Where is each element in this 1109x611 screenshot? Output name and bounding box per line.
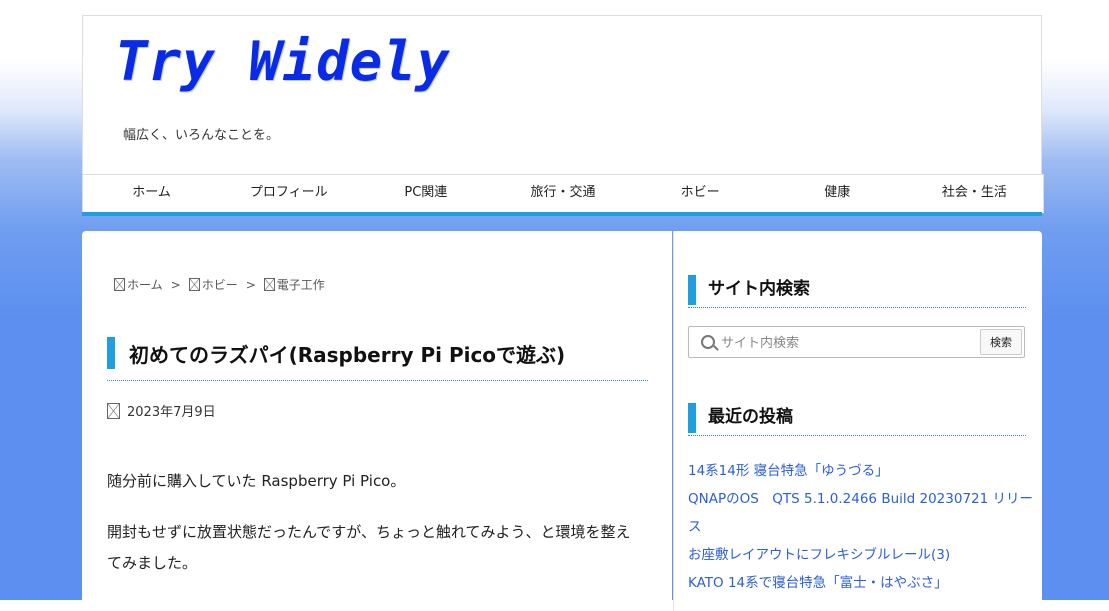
breadcrumb: ホーム > ホビー > 電子工作: [114, 276, 325, 293]
breadcrumb-item-electronics[interactable]: 電子工作: [263, 276, 325, 293]
search-input[interactable]: [719, 329, 978, 357]
post-date: 2023年7月9日: [107, 401, 216, 420]
recent-posts-title: 最近の投稿: [688, 403, 1026, 436]
nav-item-pc[interactable]: PC関連: [357, 175, 494, 213]
main-content: ホーム > ホビー > 電子工作 初めてのラズパイ(Raspberry Pi P…: [82, 231, 672, 611]
nav-item-profile[interactable]: プロフィール: [220, 175, 357, 213]
breadcrumb-label: 電子工作: [276, 278, 325, 292]
recent-post-link[interactable]: KATO 14系で寝台特急「富士・はやぶさ」: [688, 569, 1033, 597]
search-widget-title: サイト内検索: [688, 275, 1026, 308]
nav-accent-bar: [82, 212, 1042, 216]
breadcrumb-label: ホビー: [201, 278, 238, 292]
search-icon: [701, 335, 715, 349]
nav-item-travel[interactable]: 旅行・交通: [494, 175, 631, 213]
recent-post-link[interactable]: 14系14形 寝台特急「ゆうづる」: [688, 457, 1033, 485]
breadcrumb-item-hobby[interactable]: ホビー: [188, 276, 238, 293]
sidebar: サイト内検索 検索 最近の投稿 14系14形 寝台特急「ゆうづる」 QNAPのO…: [673, 231, 1042, 611]
nav-item-health[interactable]: 健康: [769, 175, 906, 213]
breadcrumb-item-home[interactable]: ホーム: [114, 276, 163, 293]
article-paragraph: 開封もせずに放置状態だったんですが、ちょっと触れてみよう、と環境を整えてみました…: [107, 523, 631, 572]
search-form: 検索: [688, 326, 1025, 358]
broken-image-icon: [188, 278, 200, 291]
breadcrumb-separator: >: [245, 277, 256, 292]
site-title[interactable]: Try Widely: [115, 30, 450, 93]
article-title: 初めてのラズパイ(Raspberry Pi Picoで遊ぶ): [107, 335, 648, 381]
nav-item-hobby[interactable]: ホビー: [632, 175, 769, 213]
site-header: Try Widely 幅広く、いろんなことを。: [82, 15, 1042, 174]
article-paragraph: 随分前に購入していた Raspberry Pi Pico。: [107, 472, 406, 490]
site-tagline: 幅広く、いろんなことを。: [123, 128, 280, 143]
post-date-text: 2023年7月9日: [127, 405, 216, 420]
search-button[interactable]: 検索: [980, 329, 1022, 355]
recent-post-link[interactable]: お座敷レイアウトにフレキシブルレール(3): [688, 541, 1033, 569]
recent-post-link[interactable]: QNAPのOS QTS 5.1.0.2466 Build 20230721 リリ…: [688, 485, 1033, 541]
nav-item-society[interactable]: 社会・生活: [906, 175, 1043, 213]
breadcrumb-separator: >: [170, 277, 181, 292]
breadcrumb-label: ホーム: [127, 278, 163, 292]
nav-item-home[interactable]: ホーム: [83, 175, 220, 213]
calendar-icon: [107, 402, 120, 419]
broken-image-icon: [114, 278, 125, 291]
recent-posts-list: 14系14形 寝台特急「ゆうづる」 QNAPのOS QTS 5.1.0.2466…: [688, 457, 1033, 597]
global-nav: ホーム プロフィール PC関連 旅行・交通 ホビー 健康 社会・生活: [82, 174, 1044, 213]
broken-image-icon: [263, 278, 275, 291]
